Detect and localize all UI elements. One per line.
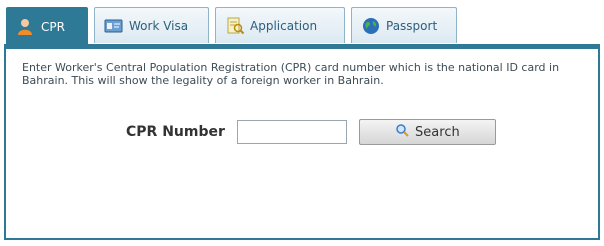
user-icon	[16, 17, 36, 37]
cpr-number-label: CPR Number	[126, 124, 225, 140]
document-search-icon	[225, 16, 245, 36]
tab-cpr-label: CPR	[41, 19, 65, 34]
search-button-label: Search	[415, 124, 460, 140]
tab-cpr[interactable]: CPR	[6, 7, 88, 45]
tab-passport[interactable]: Passport	[351, 7, 457, 43]
tab-application-label: Application	[250, 18, 318, 33]
tab-application[interactable]: Application	[215, 7, 345, 43]
tab-bar: CPR Work Visa Application Passport	[6, 7, 457, 45]
globe-icon	[361, 16, 381, 36]
id-card-icon	[104, 16, 124, 36]
cpr-panel: Enter Worker's Central Population Regist…	[4, 44, 600, 240]
cpr-search-widget: CPR Work Visa Application Passport Enter…	[0, 0, 604, 246]
cpr-number-input[interactable]	[236, 120, 347, 144]
cpr-form: CPR Number Search	[126, 119, 496, 145]
search-icon	[395, 123, 409, 141]
tab-work-visa[interactable]: Work Visa	[94, 7, 209, 43]
search-button[interactable]: Search	[358, 119, 496, 145]
tab-passport-label: Passport	[386, 18, 438, 33]
tab-work-visa-label: Work Visa	[129, 18, 189, 33]
cpr-description: Enter Worker's Central Population Regist…	[22, 61, 560, 87]
